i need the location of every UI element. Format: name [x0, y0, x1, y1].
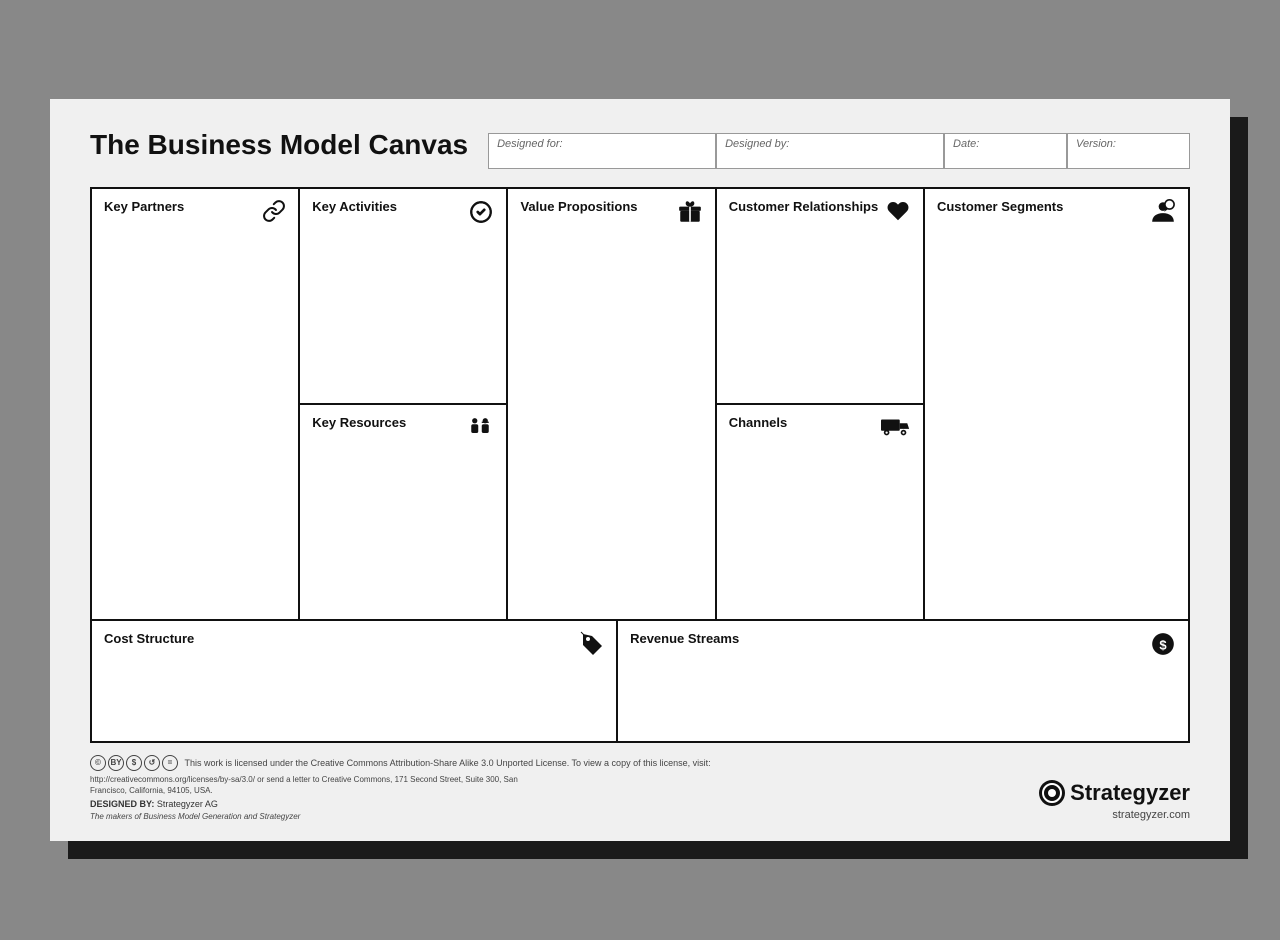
- cc-by-icon: BY: [108, 755, 124, 771]
- creative-commons-icons: © BY $ ↺ = This work is licensed under t…: [90, 755, 711, 771]
- page-title: The Business Model Canvas: [90, 129, 468, 161]
- designed-by-field[interactable]: Designed by:: [716, 133, 944, 169]
- designed-for-field[interactable]: Designed for:: [488, 133, 716, 169]
- key-resources-cell[interactable]: Key Resources: [300, 405, 506, 619]
- coin-icon: $: [1150, 631, 1176, 663]
- page-wrapper: The Business Model Canvas Designed for: …: [50, 99, 1230, 841]
- cc-sa-icon: ↺: [144, 755, 160, 771]
- cost-structure-label: Cost Structure: [104, 631, 604, 646]
- customer-segments-cell[interactable]: Customer Segments: [925, 189, 1188, 619]
- customer-relationships-cell[interactable]: Customer Relationships: [717, 189, 923, 405]
- customer-rel-channels-column: Customer Relationships Channels: [717, 189, 925, 619]
- cost-structure-cell[interactable]: Cost Structure: [92, 621, 618, 741]
- designed-for-label: Designed for:: [497, 138, 562, 150]
- customer-relationships-label: Customer Relationships: [729, 199, 911, 214]
- strategyzer-logo: Strategyzer: [1038, 779, 1190, 807]
- tag-icon: [580, 631, 604, 663]
- footer-left: © BY $ ↺ = This work is licensed under t…: [90, 755, 711, 821]
- footer-right: Strategyzer strategyzer.com: [1038, 779, 1190, 821]
- business-model-canvas: Key Partners Key Activities: [90, 187, 1190, 743]
- key-activities-resources-column: Key Activities Key Resources: [300, 189, 508, 619]
- customer-segments-label: Customer Segments: [937, 199, 1176, 214]
- canvas-page: The Business Model Canvas Designed for: …: [50, 99, 1230, 841]
- footer-designed-by: DESIGNED BY: Strategyzer AG: [90, 799, 711, 809]
- designed-by-value: Strategyzer AG: [157, 799, 218, 809]
- cc-nc-icon: $: [126, 755, 142, 771]
- link-icon: [262, 199, 286, 229]
- key-activities-label: Key Activities: [312, 199, 494, 214]
- workers-icon: [466, 415, 494, 443]
- key-partners-label: Key Partners: [104, 199, 286, 214]
- page-footer: © BY $ ↺ = This work is licensed under t…: [90, 755, 1190, 821]
- designed-by-label: DESIGNED BY:: [90, 799, 154, 809]
- page-header: The Business Model Canvas Designed for: …: [90, 129, 1190, 169]
- heart-icon: [885, 199, 911, 229]
- key-activities-cell[interactable]: Key Activities: [300, 189, 506, 405]
- strategyzer-url: strategyzer.com: [1038, 809, 1190, 821]
- revenue-streams-label: Revenue Streams: [630, 631, 1176, 646]
- canvas-bottom-row: Cost Structure Revenue Streams: [92, 621, 1188, 741]
- person-icon: [1150, 199, 1176, 231]
- date-field[interactable]: Date:: [944, 133, 1067, 169]
- cc-icon: ©: [90, 755, 106, 771]
- license-url: http://creativecommons.org/licenses/by-s…: [90, 774, 540, 796]
- gift-icon: [677, 199, 703, 231]
- license-text: This work is licensed under the Creative…: [185, 758, 711, 768]
- key-partners-cell[interactable]: Key Partners: [92, 189, 300, 619]
- header-fields: Designed for: Designed by: Date: Version…: [488, 133, 1190, 169]
- check-icon: [468, 199, 494, 231]
- cc-nd-icon: =: [162, 755, 178, 771]
- value-propositions-cell[interactable]: Value Propositions: [508, 189, 716, 619]
- footer-tagline: The makers of Business Model Generation …: [90, 812, 711, 821]
- revenue-streams-cell[interactable]: Revenue Streams $: [618, 621, 1188, 741]
- svg-text:$: $: [1159, 637, 1167, 652]
- value-propositions-label: Value Propositions: [520, 199, 702, 214]
- strategyzer-name: Strategyzer: [1070, 780, 1190, 806]
- canvas-main-row: Key Partners Key Activities: [92, 189, 1188, 621]
- channels-cell[interactable]: Channels: [717, 405, 923, 619]
- version-label: Version:: [1076, 138, 1116, 150]
- truck-icon: [881, 415, 911, 443]
- strategyzer-icon: [1038, 779, 1066, 807]
- designed-by-label: Designed by:: [725, 138, 789, 150]
- version-field[interactable]: Version:: [1067, 133, 1190, 169]
- date-label: Date:: [953, 138, 979, 150]
